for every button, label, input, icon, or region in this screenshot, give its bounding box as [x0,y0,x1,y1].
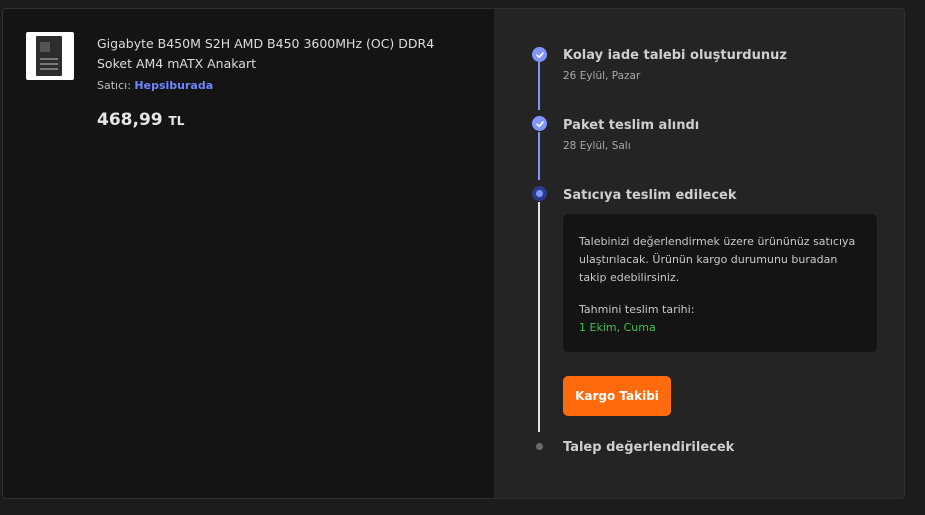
step-date: 28 Eylül, Salı [563,140,631,152]
shipping-info-box: Talebinizi değerlendirmek üzere ürününüz… [563,214,877,352]
seller-link[interactable]: Hepsiburada [134,79,213,92]
product-panel [3,9,494,498]
kargo-takibi-button[interactable]: Kargo Takibi [563,376,671,416]
timeline-connector-pending [538,202,540,432]
timeline-connector-done [538,132,540,180]
price-value: 468,99 [97,110,163,130]
price-currency: TL [168,114,185,128]
product-image[interactable] [26,32,74,80]
seller-info: Satıcı: Hepsiburada [97,79,213,92]
pending-step-icon [536,443,543,450]
product-price: 468,99 TL [97,110,184,130]
step-title: Kolay iade talebi oluşturdunuz [563,48,787,63]
check-icon [532,47,547,62]
active-step-icon [532,186,547,201]
eta-label: Tahmini teslim tarihi: [579,303,695,316]
info-message: Talebinizi değerlendirmek üzere ürününüz… [579,235,856,284]
step-title: Paket teslim alındı [563,118,700,133]
seller-label: Satıcı: [97,79,131,92]
motherboard-icon [36,36,62,76]
eta-value: 1 Ekim, Cuma [579,321,656,334]
step-title: Talep değerlendirilecek [563,440,735,455]
product-title[interactable]: Gigabyte B450M S2H AMD B450 3600MHz (OC)… [97,34,457,74]
check-icon [532,116,547,131]
timeline-connector-done [538,62,540,110]
step-date: 26 Eylül, Pazar [563,70,641,82]
step-title: Satıcıya teslim edilecek [563,188,737,203]
